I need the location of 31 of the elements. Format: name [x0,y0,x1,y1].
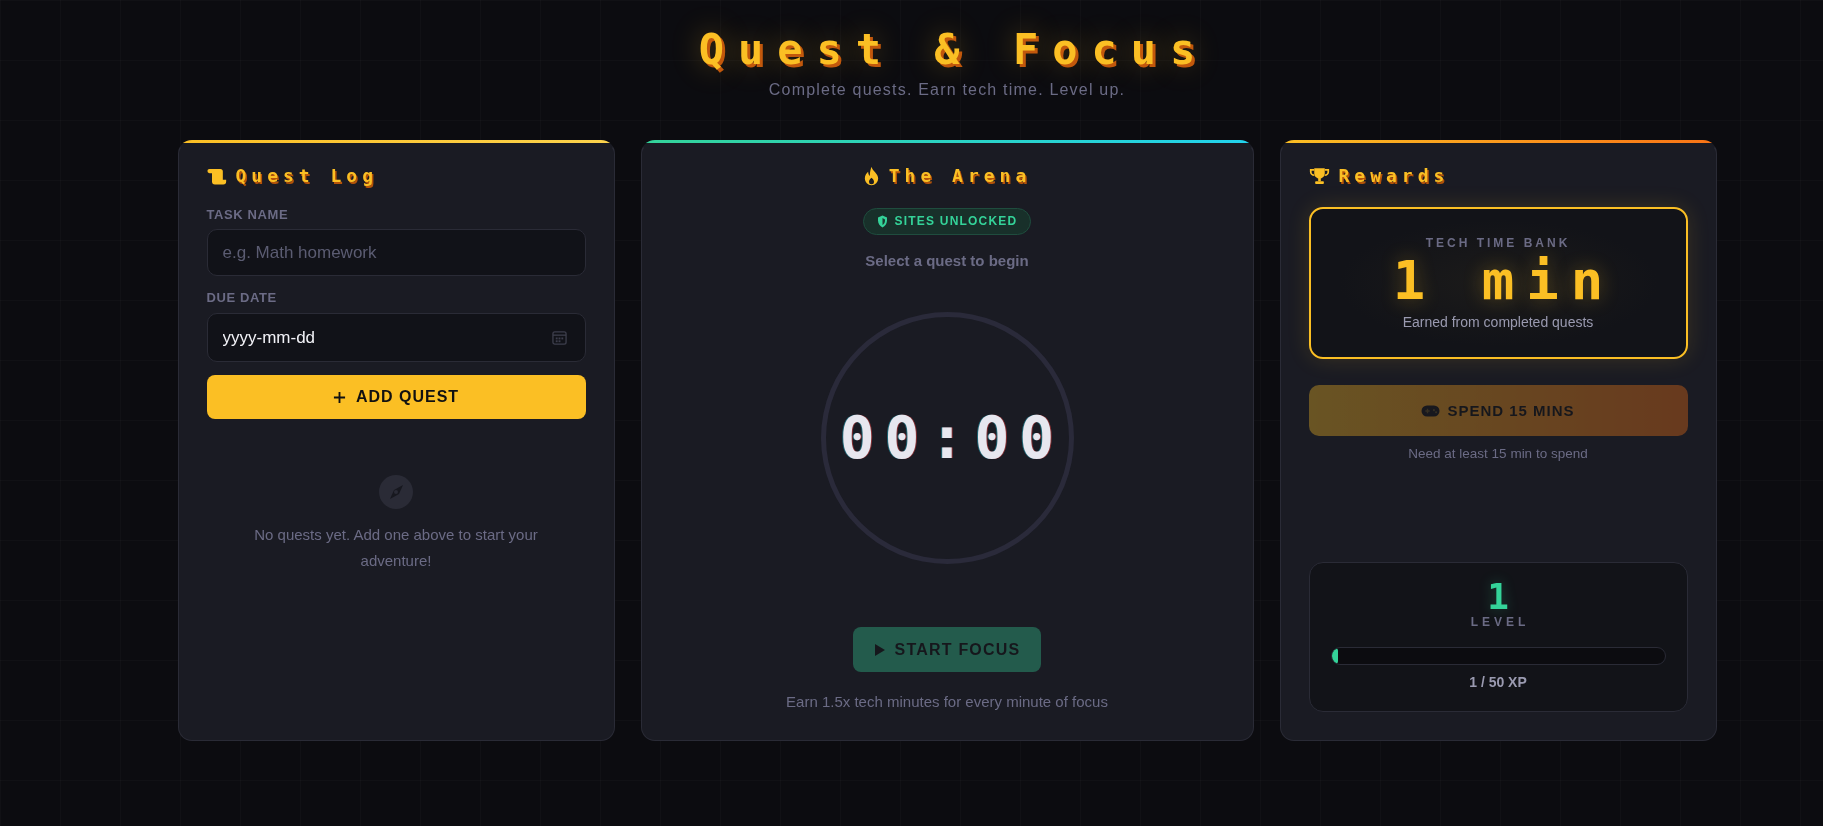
plus-icon [332,390,346,404]
field-label: TASK NAME [206,207,290,223]
panel-title: Quest Log [235,164,379,188]
bank-value: 1 min [1391,253,1616,309]
app-title: Quest & Focus [697,24,1210,76]
play-icon [873,642,886,657]
status-text: SITES UNLOCKED [894,214,1018,229]
app-subtitle: Complete quests. Earn tech time. Level up. [768,80,1126,100]
compass-icon [379,475,413,509]
add-quest-button[interactable]: ADD QUEST [206,375,586,419]
bank-caption: Earned from completed quests [1402,313,1594,331]
level-number: 1 [1487,579,1509,615]
bank-label: TECH TIME BANK [1425,235,1571,251]
xp-reading: 1 / 50 XP [1469,673,1527,691]
calendar-icon[interactable] [551,330,567,345]
timer-readout: 00:00 [838,408,1065,469]
gamepad-icon [1421,404,1441,417]
spend-note: Need at least 15 min to spend [1407,445,1589,463]
panel-title: Rewards [1338,164,1450,188]
shield-icon [876,214,888,228]
level-label: LEVEL [1469,615,1530,629]
trophy-icon [1308,167,1330,185]
panel-title: The Arena [888,164,1032,188]
text-input-field[interactable]: e.g. Math homework [206,229,586,276]
scroll-icon [206,167,227,185]
date-input-field[interactable]: yyyy-mm-dd [206,313,586,362]
arena-prompt: Select a quest to begin [865,251,1029,270]
empty-state-message: No quests yet. Add one above to start your adventure! [253,525,539,571]
field-label: DUE DATE [206,290,278,306]
fire-icon [862,166,880,186]
focus-note: Earn 1.5x tech minutes for every minute of focus [786,692,1108,712]
